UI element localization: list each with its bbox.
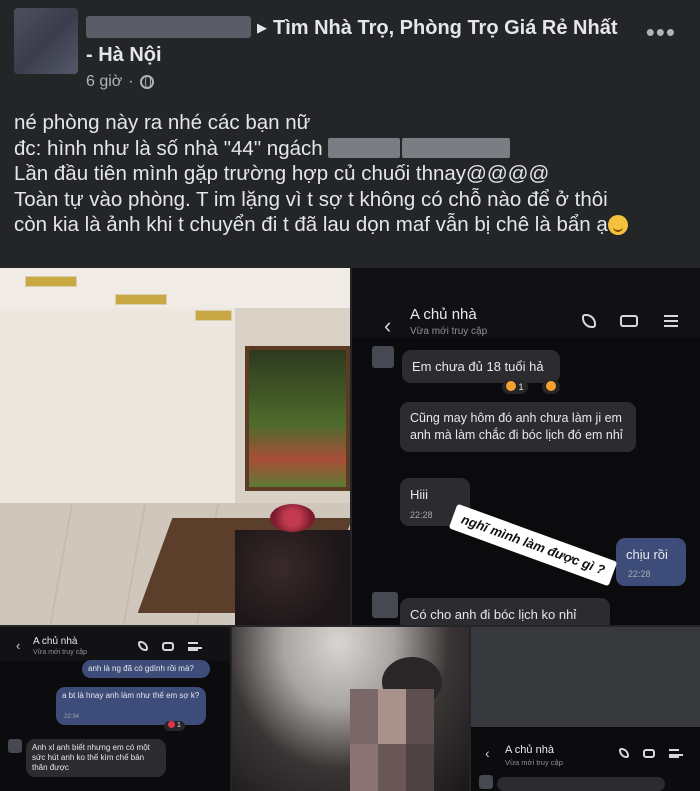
reaction-add-icon	[542, 380, 560, 394]
message-time: 22:34	[64, 714, 80, 720]
video-icon	[643, 749, 655, 758]
post-body: né phòng này ra nhé các bạn nữ đc: hình …	[14, 110, 694, 238]
chat-header	[352, 268, 700, 338]
chat-message-sent: anh là ng đã có gdình rồi mà?	[82, 660, 210, 678]
redaction-block	[402, 137, 511, 158]
video-icon	[620, 315, 638, 327]
wall-painting	[245, 346, 350, 491]
chat-message-sent: chịu rồi	[616, 538, 686, 586]
ceiling-light	[25, 276, 77, 287]
mosaic-block	[350, 689, 378, 744]
menu-list-icon	[664, 315, 678, 327]
mosaic-block	[378, 689, 406, 744]
chat-message-partial	[497, 777, 665, 791]
chat-contact-name: A chủ nhà	[410, 306, 477, 323]
contact-avatar	[372, 592, 398, 618]
globe-icon	[139, 75, 154, 89]
belongings	[235, 530, 350, 625]
chat-status: Vừa mới truy cập	[410, 326, 488, 337]
post-line-4: Toàn tự vào phòng. T im lặng vì t sợ t k…	[14, 187, 608, 211]
blurred-author-name[interactable]	[86, 16, 251, 38]
chat-contact-name: A chủ nhà	[505, 744, 554, 756]
more-dots-icon[interactable]: •••	[646, 19, 676, 45]
post-line-3: Lần đầu tiên mình gặp trường hợp củ chuố…	[14, 162, 550, 185]
chat-message: Có cho anh đi bóc lịch ko nhỉ	[400, 598, 610, 625]
reaction-badge: 1	[502, 380, 528, 394]
post-meta: 6 giờ ·	[86, 73, 154, 91]
flower-bouquet	[270, 504, 315, 532]
photo-selfie-pixelated[interactable]	[232, 627, 469, 791]
chat-message: Cũng may hôm đó anh chưa làm ji em anh m…	[400, 402, 636, 452]
ceiling-light	[195, 310, 232, 321]
photo-room[interactable]	[0, 268, 350, 625]
chat-status: Vừa mới truy cập	[505, 758, 563, 767]
contact-avatar	[8, 739, 22, 753]
chat-status: Vừa mới truy cập	[33, 649, 88, 656]
photo-chat-screenshot-1[interactable]: ‹ A chủ nhà Vừa mới truy cập Em chưa đủ …	[352, 268, 700, 625]
meta-separator: ·	[128, 73, 134, 90]
ceiling-light	[115, 294, 167, 305]
message-time: 22:28	[410, 510, 433, 520]
post-line-2: đc: hình như là số nhà "44" ngách	[14, 136, 694, 162]
video-icon	[162, 642, 174, 651]
group-name[interactable]: Tìm Nhà Trọ, Phòng Trọ Giá Rẻ Nhất	[273, 17, 617, 39]
menu-list-icon	[188, 642, 202, 651]
mosaic-block	[406, 689, 434, 744]
chat-contact-name: A chủ nhà	[33, 636, 78, 647]
smirk-emoji-icon	[607, 215, 628, 235]
group-name-cont[interactable]: - Hà Nội	[86, 44, 162, 66]
group-avatar[interactable]	[14, 8, 78, 74]
arrow-right-icon: ▶	[257, 20, 267, 35]
chat-message: Anh xl anh biết nhưng em có một sức hút …	[26, 739, 166, 777]
post-header: ▶ Tìm Nhà Trọ, Phòng Trọ Giá Rẻ Nhất - Hà…	[86, 14, 646, 69]
mosaic-block	[378, 744, 406, 791]
message-time: 22:28	[628, 569, 651, 579]
menu-list-icon	[669, 749, 683, 758]
contact-avatar	[372, 346, 394, 368]
photo-chat-screenshot-2[interactable]: ‹ A chủ nhà Vừa mới truy cập anh là ng đ…	[0, 627, 230, 791]
photo-chat-screenshot-3[interactable]: ‹ A chủ nhà Vừa mới truy cập	[471, 627, 700, 791]
back-arrow-icon: ‹	[16, 638, 21, 653]
mosaic-block	[350, 744, 378, 791]
post-line-1: né phòng này ra nhé các bạn nữ	[14, 111, 311, 134]
reaction-badge: 1	[164, 721, 185, 731]
chat-message: Em chưa đủ 18 tuổi hả	[402, 350, 560, 383]
mosaic-block	[406, 744, 434, 791]
back-arrow-icon: ‹	[485, 745, 490, 761]
post-time[interactable]: 6 giờ	[86, 73, 122, 91]
back-arrow-icon: ‹	[384, 313, 392, 338]
contact-avatar	[479, 775, 493, 789]
redaction-block	[328, 137, 401, 158]
post-line-5: còn kia là ảnh khi t chuyển đi t đã lau …	[14, 212, 694, 238]
